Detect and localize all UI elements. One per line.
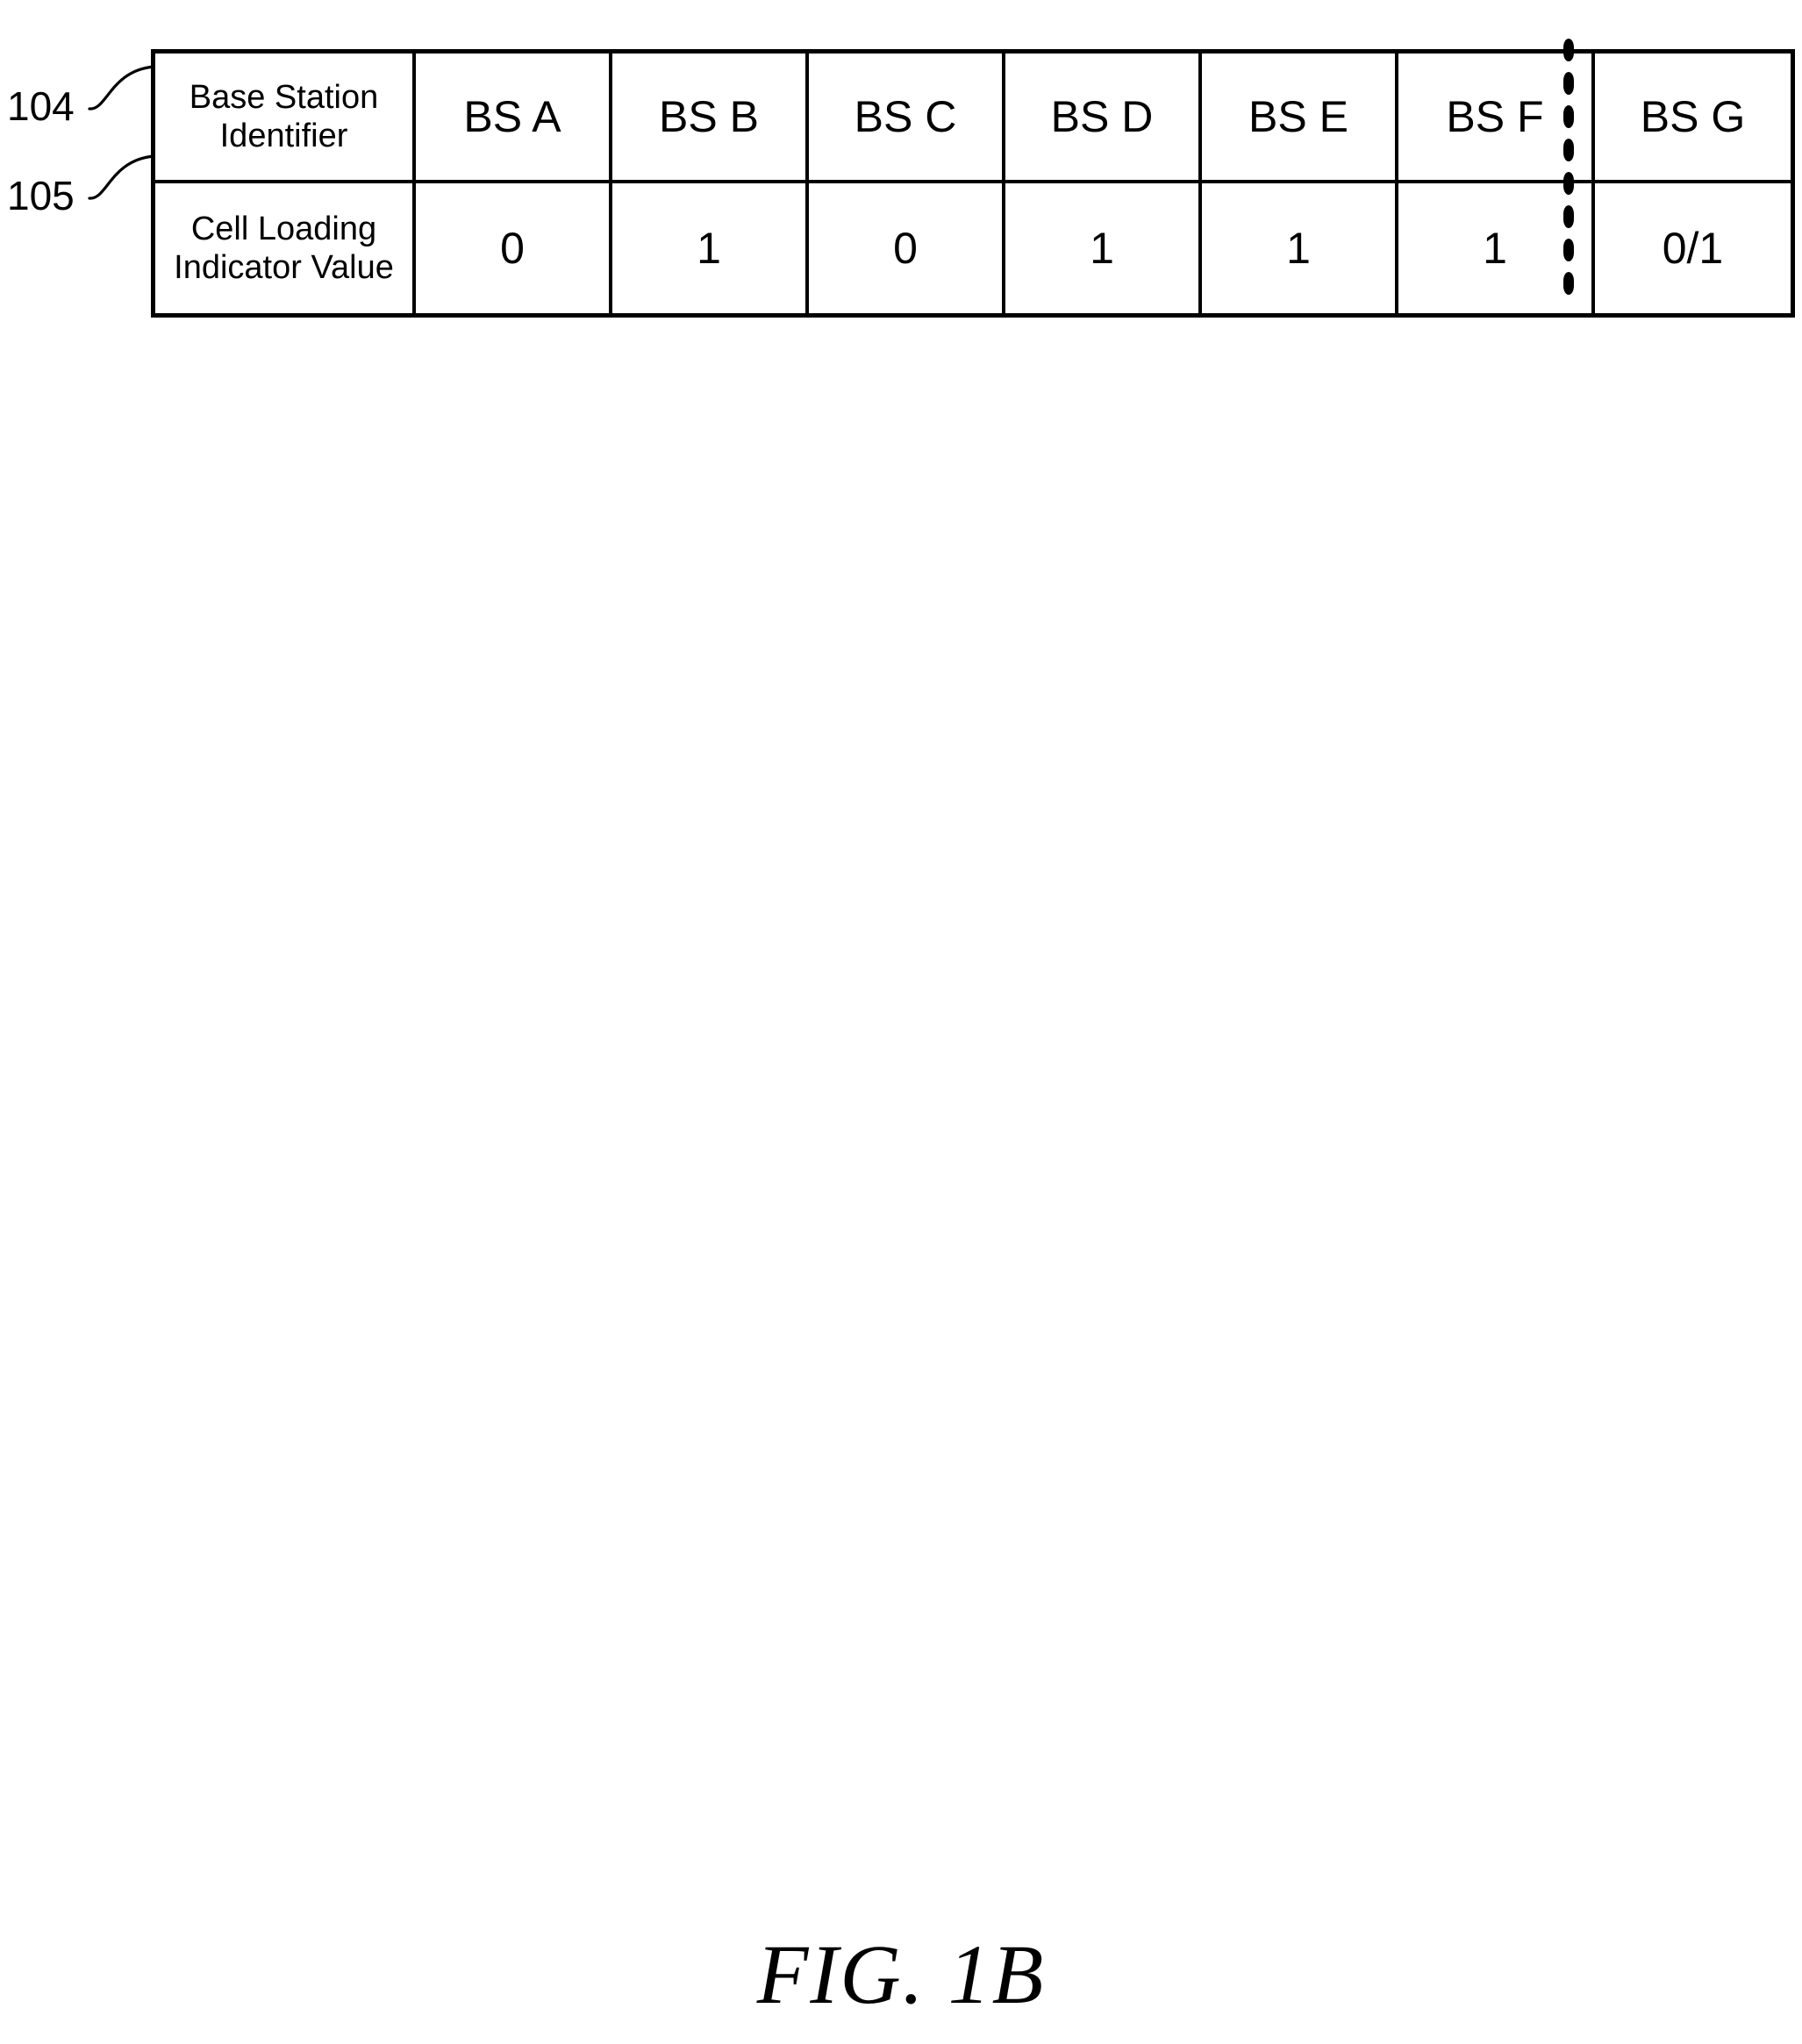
leader-line-105	[88, 154, 156, 200]
cell-bs-identifier-1: BS B	[611, 51, 809, 183]
bs-identifier-value: BS C	[854, 92, 957, 141]
bs-identifier-value: BS D	[1050, 92, 1154, 141]
bs-identifier-value: BS B	[659, 92, 759, 141]
loading-indicator-value: 0	[500, 224, 525, 273]
cell-bs-identifier-0: BS A	[414, 51, 612, 183]
cell-bs-identifier-5: BS F	[1397, 51, 1595, 183]
cell-loading-table: Base Station Identifier BS A BS B BS C B…	[151, 49, 1795, 318]
table-row-cell-loading-indicator-value: Cell Loading Indicator Value 0 1 0 1 1 1…	[153, 182, 1793, 316]
patent-figure-sheet: 104 105 Base Station Identifier BS A BS …	[0, 0, 1802, 2044]
cell-loading-value-1: 1	[611, 182, 809, 316]
row-header-line-1: Base Station	[189, 79, 379, 116]
row-header-base-station-identifier: Base Station Identifier	[153, 51, 416, 183]
row-header-line-1: Cell Loading	[190, 211, 377, 247]
figure-caption: FIG. 1B	[756, 1927, 1046, 2021]
cell-bs-identifier-6: BS G	[1593, 51, 1793, 183]
cell-loading-value-2: 0	[807, 182, 1005, 316]
cell-loading-value-6: 0/1	[1593, 182, 1793, 316]
bs-identifier-value: BS A	[463, 92, 561, 141]
bs-identifier-value: BS E	[1248, 92, 1348, 141]
cell-loading-value-4: 1	[1200, 182, 1398, 316]
cell-bs-identifier-3: BS D	[1004, 51, 1202, 183]
loading-indicator-value: 0/1	[1662, 224, 1724, 273]
cell-loading-value-0: 0	[414, 182, 612, 316]
bs-identifier-value: BS F	[1446, 92, 1544, 141]
leader-line-104	[88, 65, 156, 111]
reference-numeral-105: 105	[7, 173, 75, 218]
row-header-line-2: Identifier	[219, 118, 348, 154]
row-header-cell-loading-indicator-value: Cell Loading Indicator Value	[153, 182, 416, 316]
loading-indicator-value: 1	[1483, 224, 1507, 273]
cell-loading-value-5: 1	[1397, 182, 1595, 316]
cell-bs-identifier-2: BS C	[807, 51, 1005, 183]
cell-loading-value-3: 1	[1004, 182, 1202, 316]
bs-identifier-value: BS G	[1640, 92, 1746, 141]
reference-numeral-104: 104	[7, 83, 75, 129]
table-row-base-station-identifier: Base Station Identifier BS A BS B BS C B…	[153, 51, 1793, 183]
row-header-line-2: Indicator Value	[174, 249, 394, 286]
loading-indicator-value: 1	[697, 224, 721, 273]
loading-indicator-value: 1	[1090, 224, 1114, 273]
loading-indicator-value: 1	[1286, 224, 1311, 273]
cell-bs-identifier-4: BS E	[1200, 51, 1398, 183]
loading-indicator-value: 0	[893, 224, 918, 273]
